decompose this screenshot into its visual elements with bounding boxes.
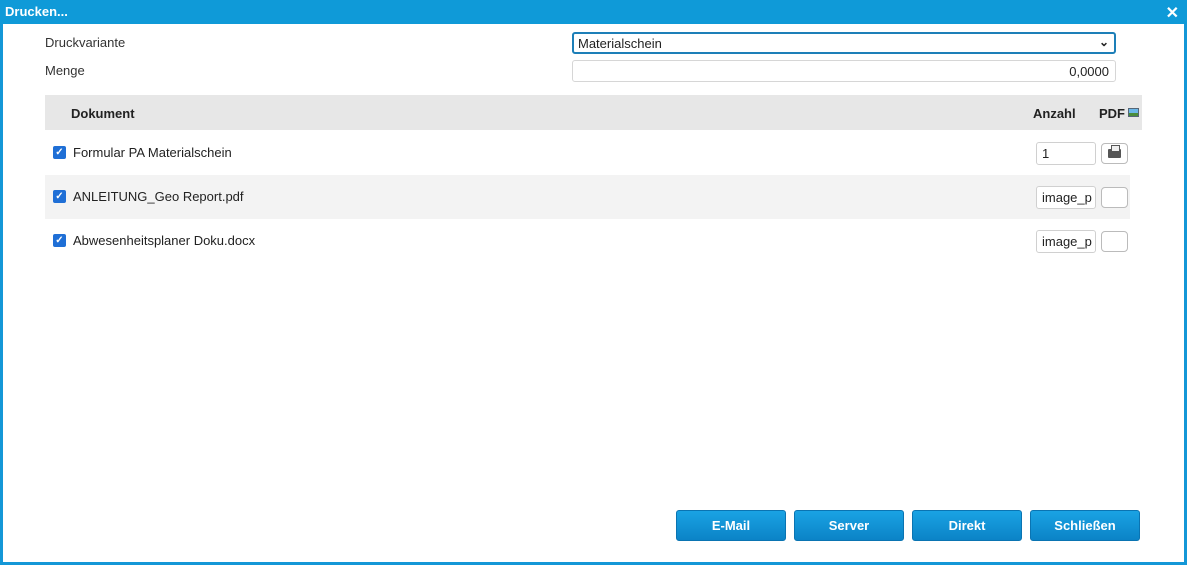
menge-input[interactable]: 0,0000 (572, 60, 1116, 82)
image-icon (1128, 108, 1139, 117)
email-button[interactable]: E-Mail (676, 510, 786, 541)
print-button[interactable] (1101, 143, 1128, 164)
server-button[interactable]: Server (794, 510, 904, 541)
dialog-titlebar: Drucken... ✕ (0, 0, 1187, 24)
close-icon[interactable]: ✕ (1166, 3, 1179, 23)
dialog-title: Drucken... (5, 4, 68, 19)
row-checkbox[interactable]: ✓ (53, 234, 66, 247)
direkt-button[interactable]: Direkt (912, 510, 1022, 541)
pdf-toggle-button[interactable] (1101, 187, 1128, 208)
anzahl-input[interactable]: image_p (1036, 186, 1096, 209)
header-dokument: Dokument (71, 106, 135, 121)
druckvariante-label: Druckvariante (45, 35, 126, 50)
header-anzahl: Anzahl (1033, 106, 1076, 121)
table-header: Dokument Anzahl PDF (45, 95, 1142, 130)
row-checkbox[interactable]: ✓ (53, 146, 66, 159)
document-name: ANLEITUNG_Geo Report.pdf (73, 189, 244, 204)
document-name: Formular PA Materialschein (73, 145, 232, 160)
chevron-down-icon: ⌄ (1098, 35, 1109, 49)
header-pdf: PDF (1099, 106, 1139, 121)
druckvariante-select[interactable]: Materialschein ⌄ (572, 32, 1116, 54)
print-dialog: Drucken... ✕ Druckvariante Materialschei… (0, 0, 1187, 565)
anzahl-input[interactable]: image_p (1036, 230, 1096, 253)
schliessen-button[interactable]: Schließen (1030, 510, 1140, 541)
table-row: ✓ ANLEITUNG_Geo Report.pdf image_p (45, 175, 1130, 219)
table-row: ✓ Formular PA Materialschein 1 (45, 131, 1130, 175)
pdf-toggle-button[interactable] (1101, 231, 1128, 252)
row-checkbox[interactable]: ✓ (53, 190, 66, 203)
document-name: Abwesenheitsplaner Doku.docx (73, 233, 256, 248)
druckvariante-value: Materialschein (578, 36, 662, 51)
anzahl-input[interactable]: 1 (1036, 142, 1096, 165)
printer-icon (1108, 145, 1121, 158)
menge-label: Menge (45, 63, 85, 78)
table-row: ✓ Abwesenheitsplaner Doku.docx image_p (45, 219, 1130, 263)
